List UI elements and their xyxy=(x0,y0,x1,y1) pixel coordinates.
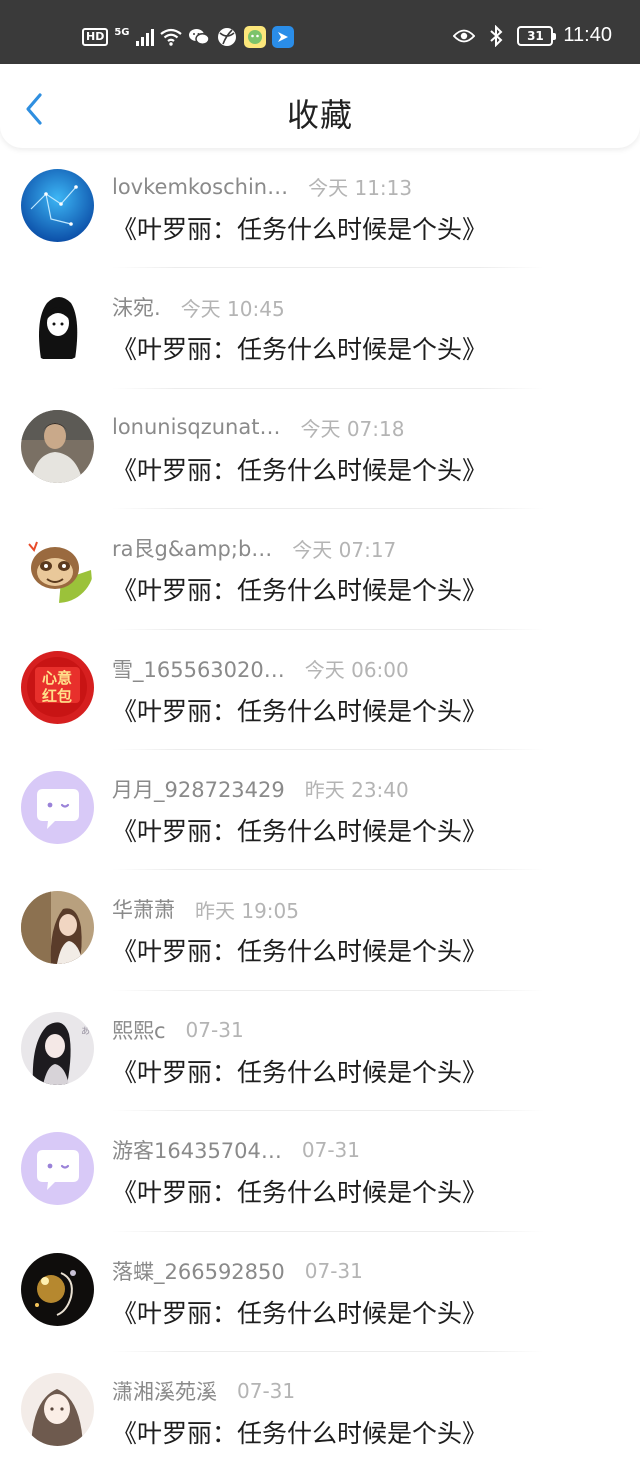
app-arrow-icon xyxy=(271,26,294,48)
item-title: 《叶罗丽：任务什么时候是个头》 xyxy=(112,937,488,967)
list-item[interactable]: lovkemkoschin… 今天 11:13 《叶罗丽：任务什么时候是个头》 xyxy=(0,148,640,269)
timestamp: 今天 10:45 xyxy=(180,296,285,321)
list-item[interactable]: lonunisqzunat… 今天 07:18 《叶罗丽：任务什么时候是个头》 xyxy=(0,389,640,510)
avatar[interactable]: 心意 红包 xyxy=(21,650,94,724)
item-meta: 游客16435704… 07-31 xyxy=(112,1135,360,1165)
user-name: 沫宛. xyxy=(112,296,161,321)
status-bar-left: HD 5G xyxy=(82,26,294,48)
item-meta: lonunisqzunat… 今天 07:18 xyxy=(112,413,404,442)
avatar[interactable]: あ xyxy=(21,1011,94,1085)
user-name: lonunisqzunat… xyxy=(112,415,281,440)
battery-icon: 31 xyxy=(517,25,557,46)
user-name: ra艮g&amp;b… xyxy=(112,537,273,562)
app-header: 收藏 xyxy=(0,64,640,148)
avatar[interactable] xyxy=(21,530,94,604)
avatar[interactable] xyxy=(21,1252,94,1326)
user-name: lovkemkoschin… xyxy=(112,174,289,199)
svg-text:心意: 心意 xyxy=(42,669,72,687)
signal-icon xyxy=(135,28,154,46)
avatar[interactable] xyxy=(21,409,94,483)
timestamp: 07-31 xyxy=(304,1258,363,1283)
item-title: 《叶罗丽：任务什么时候是个头》 xyxy=(112,1298,488,1328)
item-meta: 潇湘溪苑溪 07-31 xyxy=(112,1376,295,1406)
timestamp: 今天 06:00 xyxy=(304,658,409,683)
favorites-list: lovkemkoschin… 今天 11:13 《叶罗丽：任务什么时候是个头》 … xyxy=(0,148,640,1472)
app-notification-icon xyxy=(243,26,266,48)
user-name: 落蝶_266592850 xyxy=(112,1259,285,1284)
item-meta: 沫宛. 今天 10:45 xyxy=(112,292,285,322)
timestamp: 07-31 xyxy=(185,1017,244,1042)
timestamp: 07-31 xyxy=(301,1138,361,1163)
app-ball-icon xyxy=(216,26,238,48)
list-item[interactable]: ra艮g&amp;b… 今天 07:17 《叶罗丽：任务什么时候是个头》 xyxy=(0,509,640,630)
item-title: 《叶罗丽：任务什么时候是个头》 xyxy=(112,1178,488,1208)
clock: 11:40 xyxy=(563,24,612,46)
user-name: 月月_928723429 xyxy=(112,777,285,802)
wifi-icon xyxy=(159,26,182,48)
hd-badge: HD xyxy=(82,28,109,46)
item-title: 《叶罗丽：任务什么时候是个头》 xyxy=(112,816,488,846)
list-item[interactable]: 落蝶_266592850 07-31 《叶罗丽：任务什么时候是个头》 xyxy=(0,1232,640,1352)
user-name: 雪_165563020… xyxy=(112,657,285,682)
timestamp: 昨天 23:40 xyxy=(304,778,409,803)
svg-text:红包: 红包 xyxy=(42,687,72,705)
user-name: 游客16435704… xyxy=(112,1139,282,1164)
timestamp: 今天 11:13 xyxy=(308,176,413,200)
user-name: 华萧萧 xyxy=(112,898,175,923)
item-title: 《叶罗丽：任务什么时候是个头》 xyxy=(112,455,488,485)
list-item[interactable]: 月月_928723429 昨天 23:40 《叶罗丽：任务什么时候是个头》 xyxy=(0,750,640,871)
item-meta: 落蝶_266592850 07-31 xyxy=(112,1256,363,1286)
svg-text:あ: あ xyxy=(81,1026,90,1037)
item-title: 《叶罗丽：任务什么时候是个头》 xyxy=(112,1418,488,1448)
item-meta: lovkemkoschin… 今天 11:13 xyxy=(112,172,412,201)
user-name: 熙熙c xyxy=(112,1018,166,1043)
item-meta: 雪_165563020… 今天 06:00 xyxy=(112,654,409,684)
list-item[interactable]: 游客16435704… 07-31 《叶罗丽：任务什么时候是个头》 xyxy=(0,1111,640,1232)
bluetooth-icon xyxy=(485,24,507,47)
item-meta: 熙熙c 07-31 xyxy=(112,1015,244,1045)
status-bar: HD 5G 31 11:40 xyxy=(0,0,640,64)
avatar[interactable] xyxy=(21,1372,94,1446)
wechat-icon xyxy=(188,26,210,48)
page-title: 收藏 xyxy=(286,96,353,134)
item-title: 《叶罗丽：任务什么时候是个头》 xyxy=(112,1057,488,1087)
avatar[interactable] xyxy=(21,1132,94,1206)
list-item[interactable]: 潇湘溪苑溪 07-31 《叶罗丽：任务什么时候是个头》 xyxy=(0,1352,640,1472)
list-item[interactable]: あ 熙熙c 07-31 《叶罗丽：任务什么时候是个头》 xyxy=(0,991,640,1112)
list-item[interactable]: 华萧萧 昨天 19:05 《叶罗丽：任务什么时候是个头》 xyxy=(0,870,640,991)
status-bar-right: 31 11:40 xyxy=(453,24,612,47)
item-title: 《叶罗丽：任务什么时候是个头》 xyxy=(112,576,488,606)
user-name: 潇湘溪苑溪 xyxy=(112,1379,217,1404)
list-item[interactable]: 心意 红包 雪_165563020… 今天 06:00 《叶罗丽：任务什么时候是个… xyxy=(0,630,640,750)
avatar[interactable] xyxy=(21,891,94,965)
timestamp: 今天 07:17 xyxy=(292,537,397,562)
item-title: 《叶罗丽：任务什么时候是个头》 xyxy=(112,696,488,726)
avatar[interactable] xyxy=(21,289,94,363)
avatar[interactable] xyxy=(21,770,94,844)
avatar[interactable] xyxy=(21,169,94,242)
timestamp: 今天 07:18 xyxy=(300,416,405,441)
item-title: 《叶罗丽：任务什么时候是个头》 xyxy=(112,215,488,244)
network-type: 5G xyxy=(114,26,130,38)
item-title: 《叶罗丽：任务什么时候是个头》 xyxy=(112,335,488,365)
timestamp: 07-31 xyxy=(237,1378,296,1403)
item-meta: ra艮g&amp;b… 今天 07:17 xyxy=(112,533,396,563)
item-meta: 月月_928723429 昨天 23:40 xyxy=(112,774,409,804)
item-meta: 华萧萧 昨天 19:05 xyxy=(112,894,299,924)
eye-icon xyxy=(453,25,476,47)
list-item[interactable]: 沫宛. 今天 10:45 《叶罗丽：任务什么时候是个头》 xyxy=(0,268,640,389)
timestamp: 昨天 19:05 xyxy=(195,898,299,923)
